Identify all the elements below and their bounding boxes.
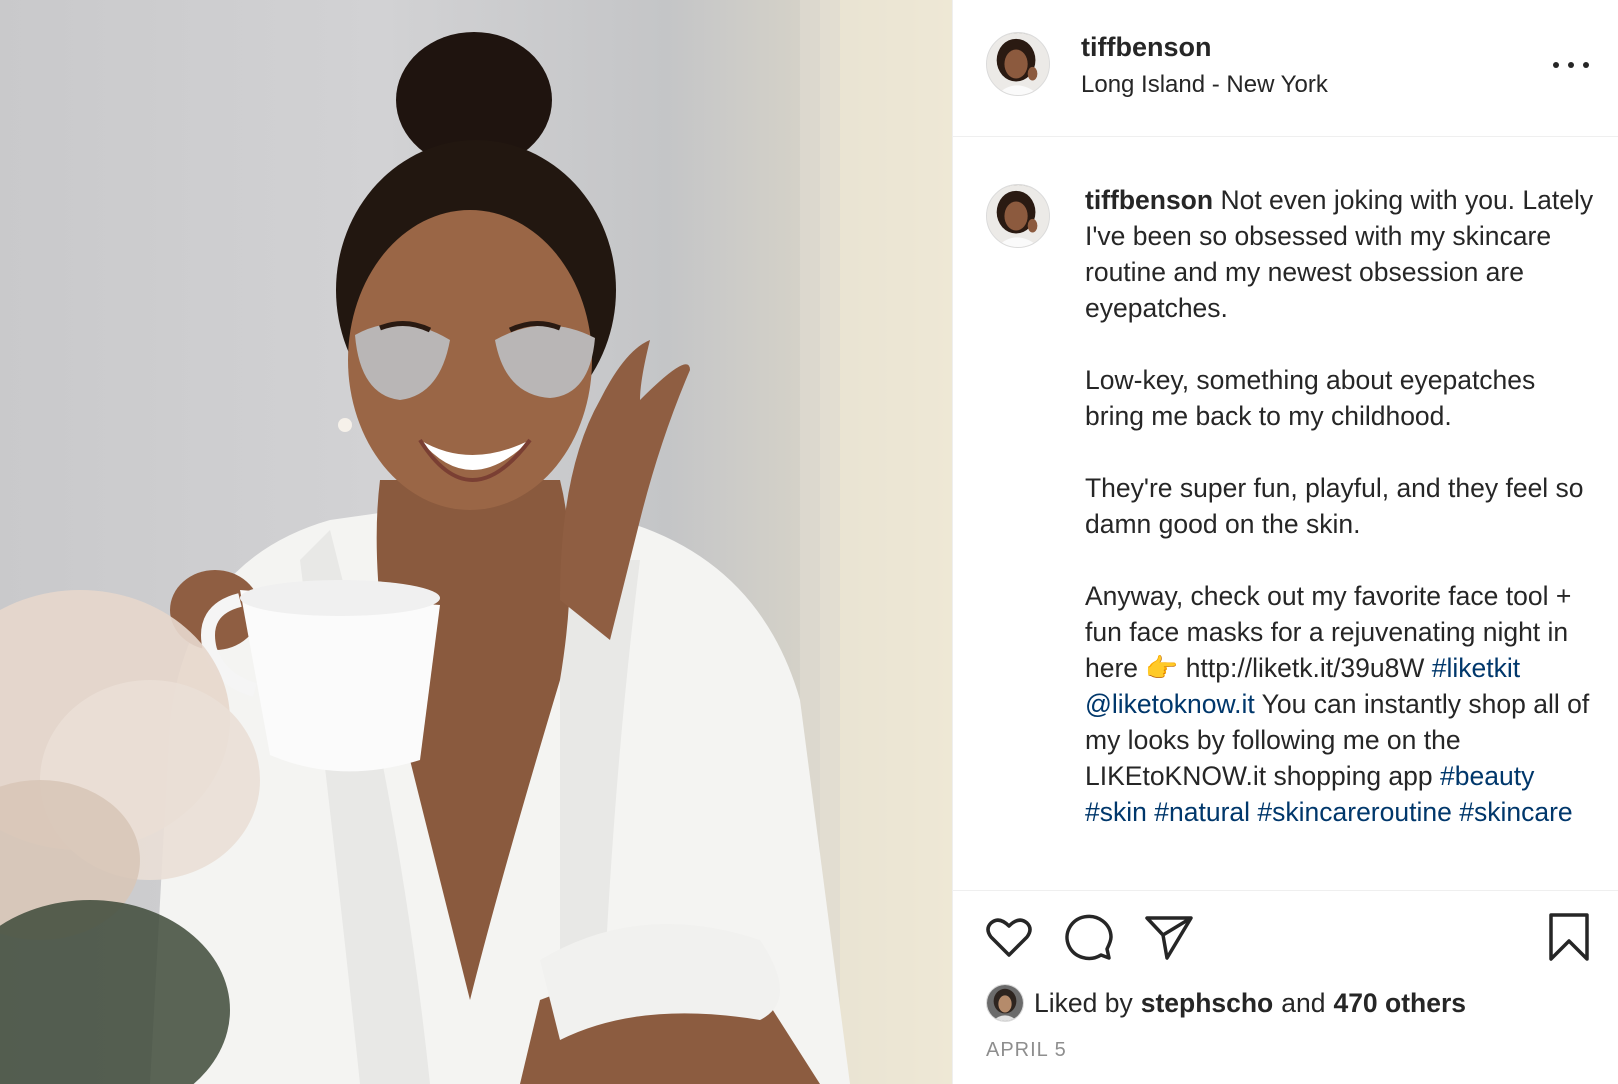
post-photo-illustration <box>0 0 952 1084</box>
hashtag-link[interactable]: #liketkit <box>1432 653 1520 683</box>
likes-joiner: and <box>1281 987 1326 1018</box>
hashtag-link[interactable]: #beauty <box>1440 761 1534 791</box>
comment-button[interactable] <box>1063 911 1115 963</box>
caption-paragraph-2: Low-key, something about eyepatches brin… <box>1085 365 1536 431</box>
post-caption: tiffbenson Not even joking with you. Lat… <box>1085 182 1597 830</box>
likes-prefix: Liked by <box>1034 987 1133 1018</box>
author-username[interactable]: tiffbenson <box>1081 32 1211 63</box>
post-date[interactable]: APRIL 5 <box>986 1039 1067 1062</box>
mention-link[interactable]: @liketoknow.it <box>1085 689 1255 719</box>
caption-username[interactable]: tiffbenson <box>1085 185 1213 215</box>
caption-link[interactable]: http://liketk.it/39u8W <box>1186 653 1425 683</box>
hashtag-link[interactable]: #skin <box>1085 797 1147 827</box>
caption-author-avatar[interactable] <box>986 184 1050 248</box>
likes-count-button[interactable]: 470 others <box>1333 988 1466 1019</box>
caption-paragraph-3: They're super fun, playful, and they fee… <box>1085 473 1584 539</box>
pointing-hand-icon: 👉 <box>1145 653 1179 683</box>
liker-username[interactable]: stephscho <box>1141 988 1274 1019</box>
bookmark-icon <box>1549 913 1589 961</box>
share-button[interactable] <box>1143 911 1195 963</box>
post-details-panel: tiffbenson Long Island - New York tiffbe… <box>952 0 1618 1084</box>
post-photo[interactable] <box>0 0 952 1084</box>
post-location[interactable]: Long Island - New York <box>1081 71 1328 99</box>
hashtag-link[interactable]: #skincareroutine <box>1257 797 1451 827</box>
paper-plane-icon <box>1145 916 1193 960</box>
liker-avatar[interactable] <box>986 984 1024 1022</box>
more-options-button[interactable] <box>1553 50 1589 80</box>
heart-icon <box>986 918 1032 957</box>
author-avatar[interactable] <box>986 32 1050 96</box>
likes-summary: Liked by stephscho and 470 others <box>986 983 1474 1023</box>
caption-area: tiffbenson Not even joking with you. Lat… <box>953 138 1618 890</box>
save-button[interactable] <box>1543 911 1595 963</box>
like-button[interactable] <box>983 911 1035 963</box>
ellipsis-icon <box>1553 62 1559 68</box>
hashtag-link[interactable]: #natural <box>1154 797 1250 827</box>
post-header: tiffbenson Long Island - New York <box>953 0 1618 137</box>
post-actions-bar: Liked by stephscho and 470 others APRIL … <box>953 890 1618 1084</box>
hashtag-link[interactable]: #skincare <box>1459 797 1572 827</box>
comment-icon <box>1065 914 1113 961</box>
